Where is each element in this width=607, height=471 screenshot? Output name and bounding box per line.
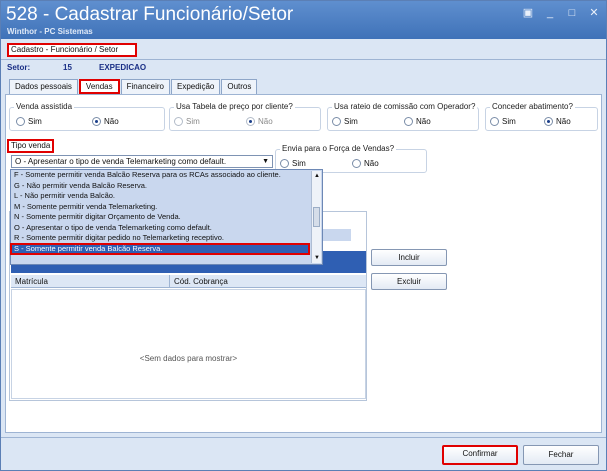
radio-abatimento-sim[interactable]: Sim bbox=[490, 117, 516, 126]
radio-tabela-preco-nao[interactable]: Não bbox=[246, 117, 273, 126]
tab-bar: Dados pessoais Vendas Financeiro Expediç… bbox=[9, 79, 258, 94]
restore-icon[interactable]: ▣ bbox=[522, 7, 534, 19]
tab-dados-pessoais[interactable]: Dados pessoais bbox=[9, 79, 78, 94]
grid-body[interactable]: <Sem dados para mostrar> bbox=[11, 289, 366, 399]
window-subtitle: Winthor - PC Sistemas bbox=[7, 27, 93, 36]
radio-icon bbox=[92, 117, 101, 126]
group-title: Usa Tabela de preço por cliente? bbox=[174, 102, 295, 111]
tab-vendas[interactable]: Vendas bbox=[78, 79, 120, 94]
radio-icon bbox=[544, 117, 553, 126]
grid-header: Matrícula Cód. Cobrança bbox=[11, 275, 366, 288]
radio-tabela-preco-sim[interactable]: Sim bbox=[174, 117, 200, 126]
group-venda-assistida: Venda assistida Sim Não bbox=[9, 102, 165, 131]
setor-label: Setor: bbox=[7, 63, 31, 72]
radio-rateio-sim[interactable]: Sim bbox=[332, 117, 358, 126]
incluir-button[interactable]: Incluir bbox=[371, 249, 447, 266]
group-title: Envia para o Força de Vendas? bbox=[280, 144, 397, 153]
scroll-up-icon[interactable]: ▲ bbox=[312, 171, 322, 181]
tab-outros[interactable]: Outros bbox=[221, 79, 258, 94]
column-separator bbox=[169, 275, 170, 288]
radio-label: Sim bbox=[502, 117, 516, 126]
excluir-button[interactable]: Excluir bbox=[371, 273, 447, 290]
setor-code: 15 bbox=[63, 63, 72, 72]
tipo-venda-label: Tipo venda bbox=[7, 139, 55, 153]
radio-label: Não bbox=[364, 159, 379, 168]
radio-icon bbox=[280, 159, 289, 168]
maximize-icon[interactable]: □ bbox=[566, 7, 578, 19]
dropdown-option-l[interactable]: L - Não permitir venda Balcão. bbox=[11, 191, 309, 202]
radio-venda-assistida-nao[interactable]: Não bbox=[92, 117, 119, 126]
radio-icon bbox=[352, 159, 361, 168]
main-window: 528 - Cadastrar Funcionário/Setor Wintho… bbox=[0, 0, 607, 471]
panel-field bbox=[321, 229, 351, 241]
column-matricula[interactable]: Matrícula bbox=[15, 277, 48, 286]
group-title: Usa rateio de comissão com Operador? bbox=[332, 102, 478, 111]
radio-icon bbox=[404, 117, 413, 126]
button-label: Confirmar bbox=[462, 449, 498, 458]
button-label: Incluir bbox=[398, 253, 420, 262]
button-label: Fechar bbox=[548, 450, 574, 459]
dropdown-option-r[interactable]: R - Somente permitir digitar pedido no T… bbox=[11, 233, 309, 244]
title-bar[interactable]: 528 - Cadastrar Funcionário/Setor Wintho… bbox=[1, 1, 606, 39]
dropdown-scrollbar[interactable]: ▲ ▼ bbox=[311, 171, 321, 263]
select-value: O - Apresentar o tipo de venda Telemarke… bbox=[15, 157, 227, 166]
radio-icon bbox=[490, 117, 499, 126]
radio-abatimento-nao[interactable]: Não bbox=[544, 117, 571, 126]
radio-label: Sim bbox=[186, 117, 200, 126]
setor-name: EXPEDICAO bbox=[99, 63, 147, 72]
tipo-venda-select[interactable]: O - Apresentar o tipo de venda Telemarke… bbox=[11, 155, 273, 168]
dropdown-option-n[interactable]: N - Somente permitir digitar Orçamento d… bbox=[11, 212, 309, 223]
radio-forca-vendas-sim[interactable]: Sim bbox=[280, 159, 306, 168]
window-controls: ▣ _ □ ✕ bbox=[522, 7, 600, 19]
scroll-down-icon[interactable]: ▼ bbox=[312, 253, 322, 263]
radio-rateio-nao[interactable]: Não bbox=[404, 117, 431, 126]
confirmar-button[interactable]: Confirmar bbox=[442, 445, 518, 465]
radio-label: Não bbox=[258, 117, 273, 126]
fechar-button[interactable]: Fechar bbox=[523, 445, 599, 465]
radio-label: Não bbox=[416, 117, 431, 126]
dropdown-option-m[interactable]: M - Somente permitir venda Telemarketing… bbox=[11, 202, 309, 213]
breadcrumb: Cadastro - Funcionário / Setor bbox=[7, 43, 137, 57]
dropdown-arrow-icon[interactable]: ▼ bbox=[262, 156, 269, 167]
group-title: Venda assistida bbox=[14, 102, 75, 111]
tab-expedicao[interactable]: Expedição bbox=[170, 79, 221, 94]
minimize-icon[interactable]: _ bbox=[544, 7, 556, 19]
radio-label: Sim bbox=[292, 159, 306, 168]
group-rateio-comissao: Usa rateio de comissão com Operador? Sim… bbox=[327, 102, 479, 131]
group-abatimento: Conceder abatimento? Sim Não bbox=[485, 102, 598, 131]
scroll-thumb[interactable] bbox=[313, 207, 320, 227]
group-tabela-preco: Usa Tabela de preço por cliente? Sim Não bbox=[169, 102, 321, 131]
divider bbox=[1, 59, 606, 60]
dropdown-option-f[interactable]: F - Somente permitir venda Balcão Reserv… bbox=[11, 170, 309, 181]
radio-icon bbox=[246, 117, 255, 126]
radio-label: Não bbox=[556, 117, 571, 126]
radio-icon bbox=[16, 117, 25, 126]
empty-message: <Sem dados para mostrar> bbox=[139, 354, 238, 363]
tipo-venda-dropdown-list: F - Somente permitir venda Balcão Reserv… bbox=[10, 169, 323, 265]
dropdown-option-s[interactable]: S - Somente permitir venda Balcão Reserv… bbox=[10, 242, 310, 255]
close-icon[interactable]: ✕ bbox=[588, 7, 600, 19]
radio-icon bbox=[332, 117, 341, 126]
group-title: Conceder abatimento? bbox=[490, 102, 575, 111]
button-label: Excluir bbox=[396, 277, 421, 286]
radio-label: Sim bbox=[344, 117, 358, 126]
radio-label: Não bbox=[104, 117, 119, 126]
tab-financeiro[interactable]: Financeiro bbox=[120, 79, 170, 94]
column-cod-cobranca[interactable]: Cód. Cobrança bbox=[174, 277, 228, 286]
dropdown-option-g[interactable]: G - Não permitir venda Balcão Reserva. bbox=[11, 181, 309, 192]
radio-icon bbox=[174, 117, 183, 126]
window-title: 528 - Cadastrar Funcionário/Setor bbox=[6, 4, 294, 25]
radio-label: Sim bbox=[28, 117, 42, 126]
dropdown-option-o[interactable]: O - Apresentar o tipo de venda Telemarke… bbox=[11, 223, 309, 234]
radio-venda-assistida-sim[interactable]: Sim bbox=[16, 117, 42, 126]
radio-forca-vendas-nao[interactable]: Não bbox=[352, 159, 379, 168]
divider bbox=[1, 437, 606, 438]
